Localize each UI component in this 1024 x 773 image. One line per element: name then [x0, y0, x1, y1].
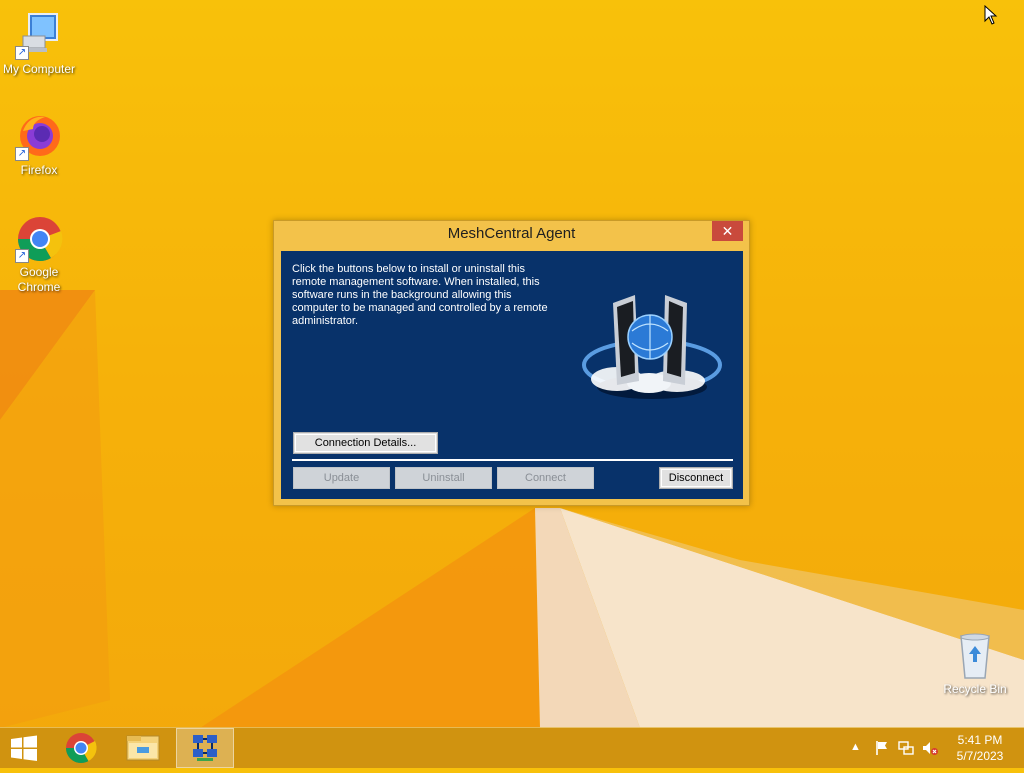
firefox-label: Firefox [20, 163, 58, 177]
close-button[interactable]: ✕ [712, 221, 743, 241]
taskbar-file-explorer[interactable] [115, 728, 171, 768]
my-computer-desktop-icon[interactable]: ↗ My Computer [1, 12, 77, 77]
folder-icon [126, 735, 160, 761]
network-icon[interactable] [898, 740, 914, 756]
taskbar-meshcentral-agent[interactable] [176, 728, 234, 768]
separator-line [292, 459, 733, 461]
windows-logo-icon [11, 735, 37, 761]
recycle-bin-label: Recycle Bin [943, 682, 1007, 696]
firefox-desktop-icon[interactable]: ↗ Firefox [1, 113, 77, 178]
shortcut-arrow-icon: ↗ [15, 147, 29, 161]
google-chrome-label: Google Chrome [17, 265, 61, 294]
computer-icon: ↗ [15, 12, 63, 60]
taskbar: ▲ 5:41 PM 5/7/2023 [0, 727, 1024, 768]
google-chrome-desktop-icon[interactable]: ↗ Google Chrome [1, 215, 77, 295]
connection-details-button[interactable]: Connection Details... [293, 432, 438, 454]
connect-button[interactable]: Connect [497, 467, 594, 489]
firefox-icon: ↗ [15, 113, 63, 161]
chrome-icon: ↗ [15, 215, 63, 263]
my-computer-label: My Computer [2, 62, 76, 76]
action-center-flag-icon[interactable] [874, 740, 890, 756]
shortcut-arrow-icon: ↗ [15, 249, 29, 263]
recycle-bin-icon [951, 632, 999, 680]
clock-date[interactable]: 5/7/2023 [952, 749, 1008, 763]
server-globe-icon [582, 295, 722, 399]
shortcut-arrow-icon: ↗ [15, 46, 29, 60]
recycle-bin-desktop-icon[interactable]: Recycle Bin [937, 632, 1013, 697]
volume-muted-icon[interactable] [922, 740, 938, 756]
uninstall-button[interactable]: Uninstall [395, 467, 492, 489]
dialog-description: Click the buttons below to install or un… [292, 263, 548, 327]
disconnect-button[interactable]: Disconnect [659, 467, 733, 489]
clock-time[interactable]: 5:41 PM [952, 733, 1008, 747]
start-button[interactable] [0, 728, 48, 768]
meshcentral-agent-dialog: MeshCentral Agent ✕ Click the buttons be… [273, 220, 750, 506]
network-computers-icon [193, 735, 217, 761]
taskbar-chrome[interactable] [53, 728, 109, 768]
update-button[interactable]: Update [293, 467, 390, 489]
dialog-body: Click the buttons below to install or un… [281, 251, 743, 499]
show-hidden-icons-chevron-icon[interactable]: ▲ [850, 741, 866, 757]
dialog-title: MeshCentral Agent [447, 225, 576, 242]
mouse-cursor-icon [984, 5, 998, 25]
chrome-icon [66, 733, 97, 764]
